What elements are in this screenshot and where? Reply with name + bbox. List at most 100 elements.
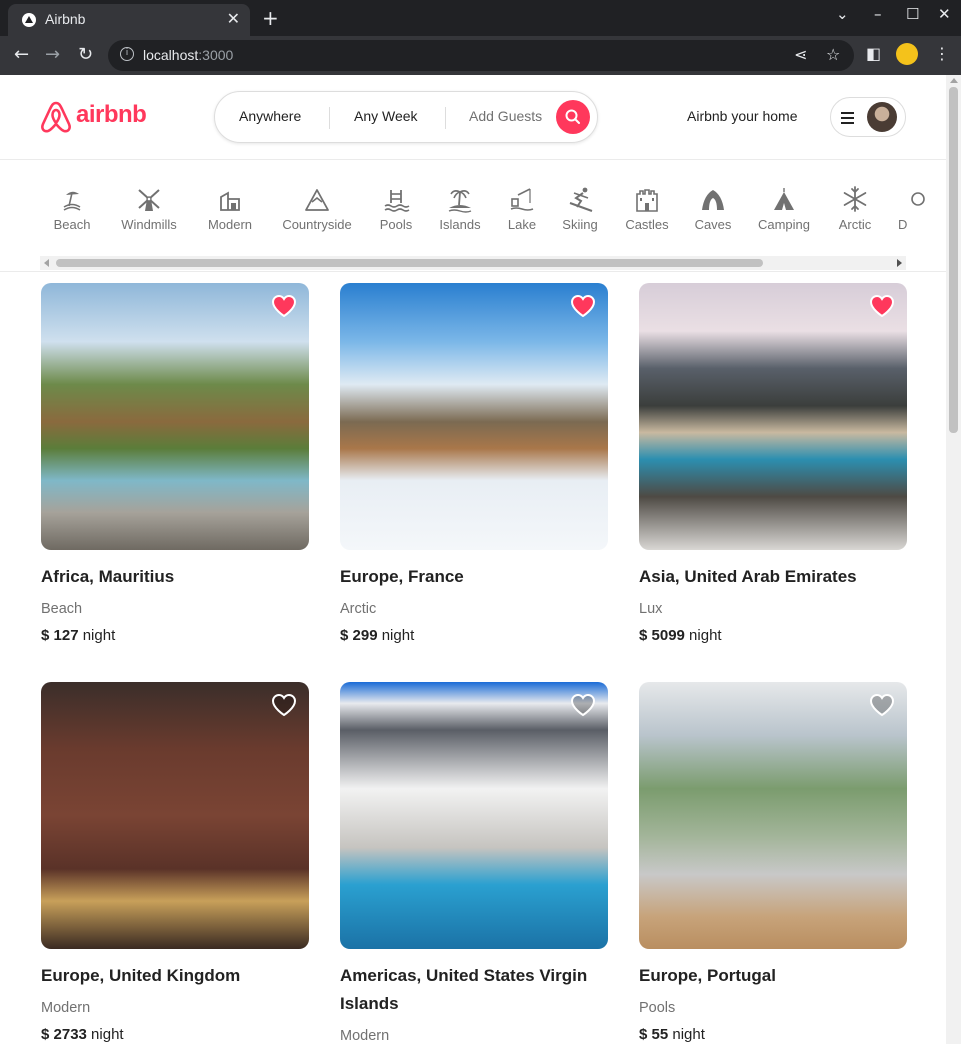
category-arctic[interactable]: Arctic bbox=[810, 185, 900, 232]
category-scrollbar[interactable] bbox=[40, 256, 906, 270]
category-bar: Beach Windmills Modern Countryside Pools Isla… bbox=[0, 160, 946, 272]
category-windmills[interactable]: Windmills bbox=[104, 185, 194, 232]
profile-icon[interactable] bbox=[896, 43, 918, 65]
listing-price: $ 2733 night bbox=[41, 1026, 309, 1043]
page-viewport: airbnb Anywhere Any Week Add Guests Airb… bbox=[0, 75, 946, 1044]
listing-card[interactable]: Europe, France Arctic $ 299 night bbox=[340, 283, 608, 644]
listing-location: Africa, Mauritius bbox=[41, 567, 175, 586]
search-button[interactable] bbox=[556, 100, 590, 134]
listing-price: $ 55 night bbox=[639, 1026, 907, 1043]
listing-card[interactable]: Europe, United Kingdom Modern $ 2733 night bbox=[41, 682, 309, 1043]
price-unit: night bbox=[684, 627, 722, 644]
side-panel-icon[interactable]: ◧ bbox=[866, 44, 881, 63]
favorite-heart-icon[interactable] bbox=[271, 294, 297, 318]
url-text[interactable]: localhost:3000 bbox=[143, 47, 233, 63]
price-unit: night bbox=[86, 1026, 124, 1043]
listing-location: Europe, United Kingdom bbox=[41, 966, 241, 985]
close-tab-icon[interactable]: ✕ bbox=[227, 9, 240, 28]
search-anywhere-button[interactable]: Anywhere bbox=[239, 108, 301, 124]
favorite-heart-icon[interactable] bbox=[570, 693, 596, 717]
price-value: $ 55 bbox=[639, 1026, 669, 1043]
search-add-guests-button[interactable]: Add Guests bbox=[469, 108, 542, 124]
listing-category: Modern bbox=[41, 1000, 91, 1016]
price-value: $ 2733 bbox=[41, 1026, 87, 1043]
listing-price: $ 299 night bbox=[340, 627, 608, 644]
favorite-heart-icon[interactable] bbox=[271, 693, 297, 717]
search-any-week-button[interactable]: Any Week bbox=[354, 108, 418, 124]
category-label: Arctic bbox=[838, 217, 872, 232]
listing-category: Beach bbox=[41, 601, 83, 617]
address-bar[interactable]: i localhost:3000 ⋖ ☆ bbox=[108, 40, 854, 71]
listing-category: Pools bbox=[639, 1000, 676, 1016]
listing-category: Arctic bbox=[340, 601, 377, 617]
favorite-heart-icon[interactable] bbox=[570, 294, 596, 318]
listing-photo[interactable] bbox=[639, 682, 907, 949]
category-label: Modern bbox=[207, 217, 253, 232]
logo-text: airbnb bbox=[76, 101, 147, 128]
bookmark-star-icon[interactable]: ☆ bbox=[826, 45, 840, 64]
price-unit: night bbox=[78, 627, 116, 644]
modern-house-icon bbox=[220, 191, 240, 211]
listing-card[interactable]: Asia, United Arab Emirates Lux $ 5099 nigh… bbox=[639, 283, 907, 644]
listing-photo[interactable] bbox=[639, 283, 907, 550]
scroll-right-icon[interactable] bbox=[897, 259, 902, 267]
price-value: $ 299 bbox=[340, 627, 378, 644]
cave-icon bbox=[702, 190, 724, 210]
skiing-icon bbox=[569, 187, 593, 212]
listing-photo[interactable] bbox=[340, 682, 608, 949]
price-value: $ 5099 bbox=[639, 627, 685, 644]
price-unit: night bbox=[377, 627, 415, 644]
browser-toolbar: ← → ↻ i localhost:3000 ⋖ ☆ ◧ ⋮ bbox=[0, 36, 961, 75]
windmill-icon bbox=[138, 189, 160, 211]
listing-photo[interactable] bbox=[41, 682, 309, 949]
island-icon bbox=[448, 190, 472, 213]
favorite-heart-icon[interactable] bbox=[869, 693, 895, 717]
listing-photo[interactable] bbox=[340, 283, 608, 550]
forward-icon[interactable]: → bbox=[45, 44, 60, 65]
listing-location: Americas, United States Virgin Islands bbox=[340, 966, 588, 1013]
listing-location: Europe, France bbox=[340, 567, 464, 586]
favorite-heart-icon[interactable] bbox=[869, 294, 895, 318]
close-window-icon[interactable]: ✕ bbox=[938, 5, 951, 23]
category-modern[interactable]: Modern bbox=[185, 185, 275, 232]
listing-card[interactable]: Africa, Mauritius Beach $ 127 night bbox=[41, 283, 309, 644]
mountain-icon bbox=[305, 189, 329, 211]
search-divider bbox=[329, 107, 330, 129]
beach-icon bbox=[63, 191, 81, 211]
scrollbar-thumb[interactable] bbox=[949, 87, 958, 433]
airbnb-your-home-link[interactable]: Airbnb your home bbox=[687, 108, 798, 124]
maximize-icon[interactable]: ☐ bbox=[906, 5, 919, 23]
tab-search-icon[interactable]: ⌄ bbox=[836, 5, 849, 23]
more-menu-icon[interactable]: ⋮ bbox=[934, 44, 950, 63]
category-label: D bbox=[898, 217, 908, 232]
page-scrollbar[interactable] bbox=[946, 75, 961, 1044]
browser-tab-bar: Airbnb ✕ + ⌄ – ☐ ✕ bbox=[0, 0, 961, 36]
share-icon[interactable]: ⋖ bbox=[794, 45, 807, 64]
listing-card[interactable]: Americas, United States Virgin Islands Mo… bbox=[340, 682, 608, 1044]
listing-photo[interactable] bbox=[41, 283, 309, 550]
listing-location: Europe, Portugal bbox=[639, 966, 776, 985]
castle-icon bbox=[636, 189, 658, 212]
browser-tab[interactable]: Airbnb ✕ bbox=[8, 4, 250, 36]
scrollbar-thumb[interactable] bbox=[56, 259, 763, 267]
reload-icon[interactable]: ↻ bbox=[78, 44, 93, 65]
new-tab-icon[interactable]: + bbox=[262, 6, 279, 30]
user-menu-button[interactable] bbox=[830, 97, 906, 137]
listing-location: Asia, United Arab Emirates bbox=[639, 567, 857, 586]
category-label: Countryside bbox=[282, 217, 352, 232]
listing-category: Lux bbox=[639, 601, 663, 617]
scroll-left-icon[interactable] bbox=[44, 259, 49, 267]
minimize-icon[interactable]: – bbox=[874, 5, 882, 23]
site-info-icon[interactable]: i bbox=[120, 47, 134, 61]
category-countryside[interactable]: Countryside bbox=[272, 185, 362, 232]
scroll-up-icon[interactable] bbox=[950, 78, 958, 83]
search-bar[interactable]: Anywhere Any Week Add Guests bbox=[214, 91, 598, 143]
hamburger-menu-icon bbox=[841, 112, 854, 127]
search-divider bbox=[445, 107, 446, 129]
camping-icon bbox=[774, 188, 794, 210]
back-icon[interactable]: ← bbox=[14, 44, 29, 65]
airbnb-logo[interactable]: airbnb bbox=[40, 99, 150, 135]
category-d[interactable]: D bbox=[898, 185, 938, 232]
listing-card[interactable]: Europe, Portugal Pools $ 55 night bbox=[639, 682, 907, 1043]
price-unit: night bbox=[668, 1026, 705, 1043]
